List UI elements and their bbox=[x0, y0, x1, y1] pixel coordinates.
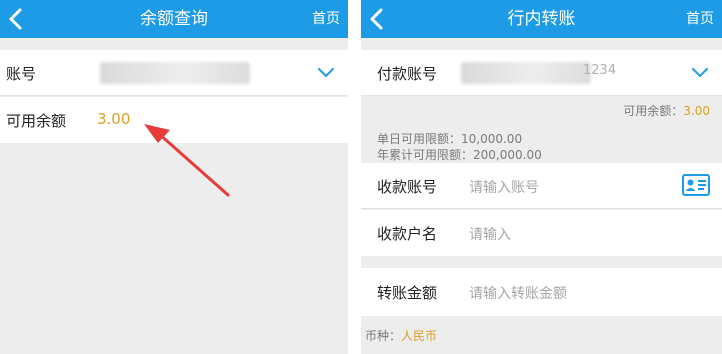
payee-name-row[interactable]: 收款户名 请输入 bbox=[361, 210, 722, 256]
available-balance: 可用余额：3.00 bbox=[623, 102, 710, 119]
payee-name-label: 收款户名 bbox=[377, 225, 438, 243]
amount-label: 转账金额 bbox=[377, 284, 438, 302]
payer-account-label: 付款账号 bbox=[377, 65, 438, 83]
account-label: 账号 bbox=[6, 65, 37, 83]
home-link[interactable]: 首页 bbox=[312, 0, 340, 38]
payee-account-label: 收款账号 bbox=[377, 178, 438, 196]
amount-row[interactable]: 转账金额 请输入转账金额 bbox=[361, 268, 722, 316]
id-card-icon[interactable] bbox=[682, 174, 710, 196]
amount-input[interactable]: 请输入转账金额 bbox=[469, 283, 567, 303]
available-balance-label: 可用余额： bbox=[623, 104, 684, 118]
top-nav-bar: 余额查询 首页 bbox=[0, 0, 348, 38]
payee-name-input[interactable]: 请输入 bbox=[469, 224, 511, 244]
masked-account-number bbox=[100, 62, 250, 84]
payee-account-row[interactable]: 收款账号 请输入账号 bbox=[361, 163, 722, 209]
page-title: 行内转账 bbox=[507, 9, 576, 29]
home-link[interactable]: 首页 bbox=[686, 0, 714, 38]
balance-row: 可用余额 3.00 bbox=[0, 97, 348, 143]
account-tail: 1234 bbox=[583, 63, 617, 78]
page-title: 余额查询 bbox=[140, 9, 208, 29]
balance-value: 3.00 bbox=[97, 110, 131, 128]
balance-query-screen: 余额查询 首页 账号 可用余额 3.00 bbox=[0, 0, 348, 354]
internal-transfer-screen: 行内转账 首页 付款账号 1234 可用余额：3.00 单日可用限额：10,00… bbox=[361, 0, 722, 354]
balance-label: 可用余额 bbox=[6, 112, 67, 130]
currency-info: 币种：人民币 bbox=[365, 327, 437, 344]
chevron-down-icon[interactable] bbox=[318, 68, 334, 78]
top-nav-bar: 行内转账 首页 bbox=[361, 0, 722, 38]
payer-account-row[interactable]: 付款账号 1234 bbox=[361, 50, 722, 96]
masked-account-number bbox=[461, 62, 591, 84]
available-balance-value: 3.00 bbox=[683, 104, 710, 118]
yearly-limit-text: 年累计可用限额：200,000.00 bbox=[377, 148, 542, 162]
daily-limit-text: 单日可用限额：10,000.00 bbox=[377, 132, 523, 146]
payee-account-input[interactable]: 请输入账号 bbox=[469, 177, 539, 197]
account-row[interactable]: 账号 bbox=[0, 50, 348, 96]
currency-value: 人民币 bbox=[401, 329, 438, 343]
chevron-down-icon[interactable] bbox=[692, 68, 708, 78]
currency-label: 币种： bbox=[365, 329, 402, 343]
